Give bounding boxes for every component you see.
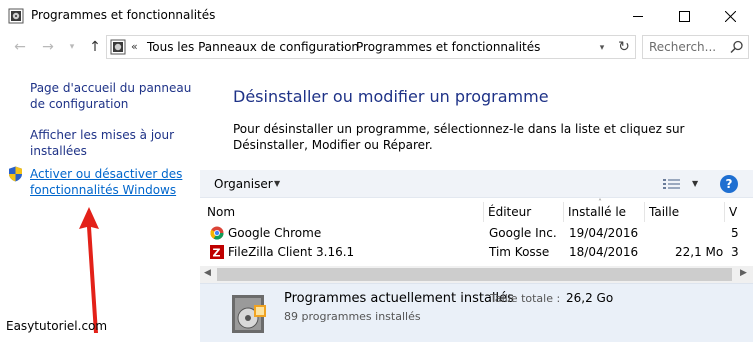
program-size: 22,1 Mo [675, 245, 724, 259]
total-size-label: Taille totale : [490, 292, 561, 305]
breadcrumb-separator[interactable]: › [340, 40, 345, 54]
address-dropdown-button[interactable]: ▾ [595, 40, 609, 56]
task-pane: Page d'accueil du panneau de configurati… [0, 62, 199, 342]
address-bar[interactable]: « Tous les Panneaux de configuration › P… [106, 35, 636, 59]
details-pane: Programmes actuellement installés Taille… [200, 283, 753, 342]
forward-button[interactable]: → [38, 37, 58, 57]
organize-button[interactable]: Organiser [214, 177, 273, 191]
table-header: Nom Éditeur ˄ Installé le Taille V [200, 198, 753, 222]
maximize-icon [678, 10, 690, 22]
up-button[interactable]: ↑ [85, 37, 105, 57]
arrow-left-icon: ← [14, 39, 26, 55]
breadcrumb-all-control-panel[interactable]: Tous les Panneaux de configuration [147, 40, 359, 54]
installed-programs-count: 89 programmes installés [284, 310, 421, 323]
shield-icon [9, 166, 22, 182]
maximize-button[interactable] [661, 0, 707, 32]
title-bar: Programmes et fonctionnalités [0, 0, 753, 32]
main-content: Désinstaller ou modifier un programme Po… [200, 62, 753, 342]
red-arrow-annotation [79, 207, 99, 333]
minimize-icon [632, 15, 643, 17]
program-publisher: Google Inc. [489, 226, 557, 240]
view-options-dropdown[interactable]: ▼ [692, 179, 698, 188]
turn-windows-features-link[interactable]: Activer ou désactiver des fonctionnalité… [30, 166, 195, 198]
search-input[interactable] [649, 39, 727, 55]
breadcrumb-overflow[interactable]: « [131, 40, 138, 53]
navigation-bar: ← → ▾ ↑ « Tous les Panneaux de configura… [0, 33, 753, 61]
scroll-right-icon[interactable]: ▶ [740, 268, 747, 278]
program-version: 5 [731, 226, 739, 240]
refresh-icon: ↻ [618, 39, 630, 55]
search-box[interactable] [642, 35, 749, 59]
minimize-button[interactable] [615, 0, 661, 32]
chevron-down-icon: ▾ [599, 43, 605, 53]
chrome-icon [210, 226, 224, 240]
command-bar: Organiser ▼ ▼ ? [200, 170, 753, 198]
total-size-value: 26,2 Go [566, 291, 614, 305]
program-installed-date: 18/04/2016 [569, 245, 639, 259]
recent-locations-button[interactable]: ▾ [62, 37, 82, 57]
arrow-right-icon: → [42, 39, 54, 55]
back-button[interactable]: ← [10, 37, 30, 57]
scroll-left-icon[interactable]: ◀ [204, 268, 211, 278]
chevron-down-icon: ▾ [69, 42, 75, 52]
view-details-icon[interactable] [662, 176, 682, 192]
search-icon [730, 40, 743, 54]
view-installed-updates-link[interactable]: Afficher les mises à jour installées [30, 127, 195, 159]
page-description: Pour désinstaller un programme, sélectio… [233, 122, 685, 152]
program-installed-date: 19/04/2016 [569, 226, 639, 240]
programs-installer-icon [232, 295, 266, 333]
installed-programs-title: Programmes actuellement installés [284, 291, 514, 306]
chevron-down-icon[interactable]: ▼ [274, 179, 280, 188]
page-title: Désinstaller ou modifier un programme [233, 87, 549, 106]
scrollbar-thumb[interactable] [217, 268, 732, 281]
column-name[interactable]: Nom [207, 205, 235, 219]
window-title: Programmes et fonctionnalités [31, 8, 216, 22]
column-installed-on[interactable]: Installé le [568, 205, 626, 219]
control-panel-icon [110, 39, 126, 55]
control-panel-app-icon [8, 8, 24, 24]
arrow-up-icon: ↑ [89, 39, 101, 55]
program-publisher: Tim Kosse [489, 245, 550, 259]
column-divider[interactable] [483, 202, 484, 222]
column-divider[interactable] [563, 202, 564, 222]
watermark: Easytutoriel.com [6, 319, 108, 333]
refresh-button[interactable]: ↻ [615, 38, 633, 56]
column-divider[interactable] [644, 202, 645, 222]
program-version: 3 [731, 245, 739, 259]
program-name: FileZilla Client 3.16.1 [228, 245, 355, 259]
column-version[interactable]: V [729, 205, 737, 219]
svg-text:Z: Z [213, 247, 221, 260]
table-row[interactable]: Google Chrome Google Inc. 19/04/2016 5 [200, 224, 753, 243]
help-button[interactable]: ? [720, 175, 738, 193]
close-button[interactable] [707, 0, 753, 32]
column-size[interactable]: Taille [649, 205, 679, 219]
program-name: Google Chrome [228, 226, 322, 240]
control-panel-home-link[interactable]: Page d'accueil du panneau de configurati… [30, 80, 195, 112]
filezilla-icon: Z [210, 245, 224, 259]
table-row[interactable]: Z FileZilla Client 3.16.1 Tim Kosse 18/0… [200, 243, 753, 262]
column-publisher[interactable]: Éditeur [488, 205, 531, 219]
breadcrumb-programs-features[interactable]: Programmes et fonctionnalités [356, 40, 540, 54]
close-icon [724, 10, 736, 22]
horizontal-scrollbar[interactable]: ◀ ▶ [200, 266, 753, 283]
column-divider[interactable] [724, 202, 725, 222]
